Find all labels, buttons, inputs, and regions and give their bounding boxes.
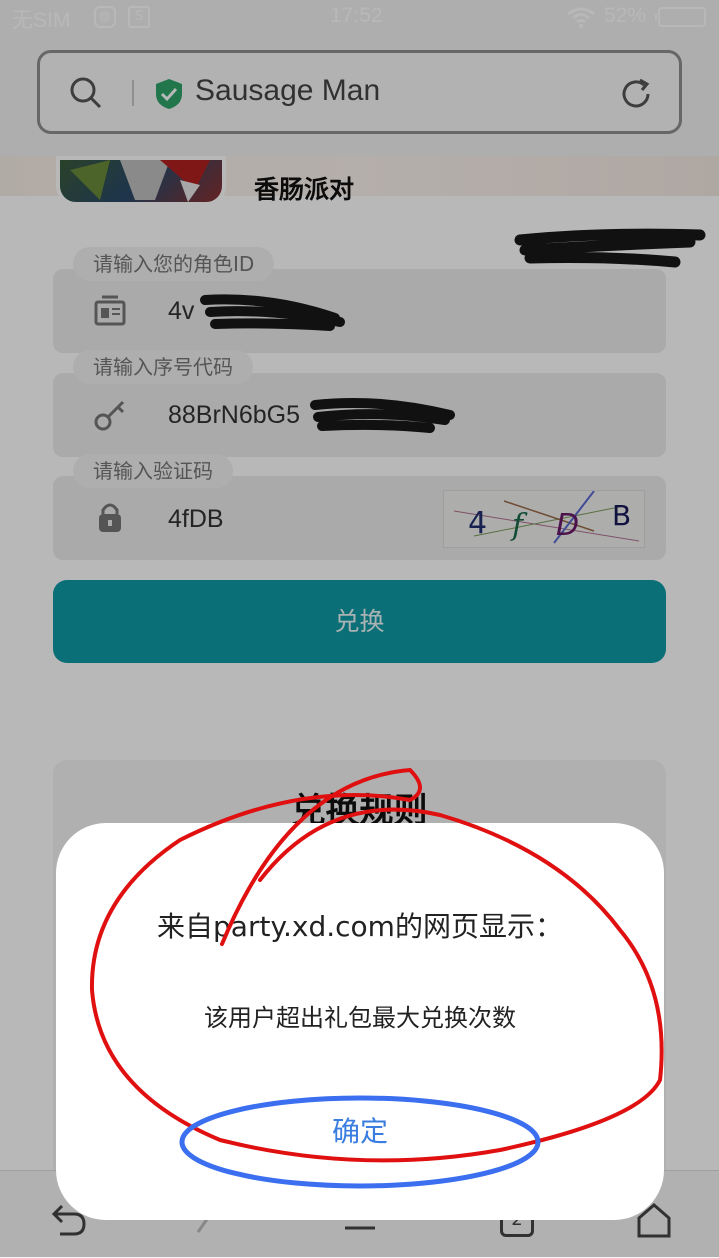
dialog-title: 来自party.xd.com的网页显示：: [157, 910, 563, 943]
dialog-message: 该用户超出礼包最大兑换次数: [204, 1004, 516, 1032]
dialog-ok-button[interactable]: 确定: [56, 1110, 664, 1150]
